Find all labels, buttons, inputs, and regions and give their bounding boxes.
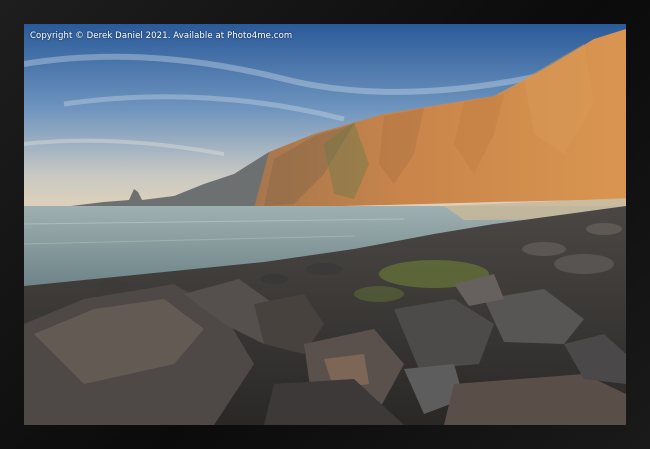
picture-frame: Copyright © Derek Daniel 2021. Available…	[0, 0, 650, 449]
copyright-watermark: Copyright © Derek Daniel 2021. Available…	[30, 31, 293, 41]
framed-photo: Copyright © Derek Daniel 2021. Available…	[24, 24, 626, 425]
coastal-cliff-photo	[24, 24, 626, 425]
